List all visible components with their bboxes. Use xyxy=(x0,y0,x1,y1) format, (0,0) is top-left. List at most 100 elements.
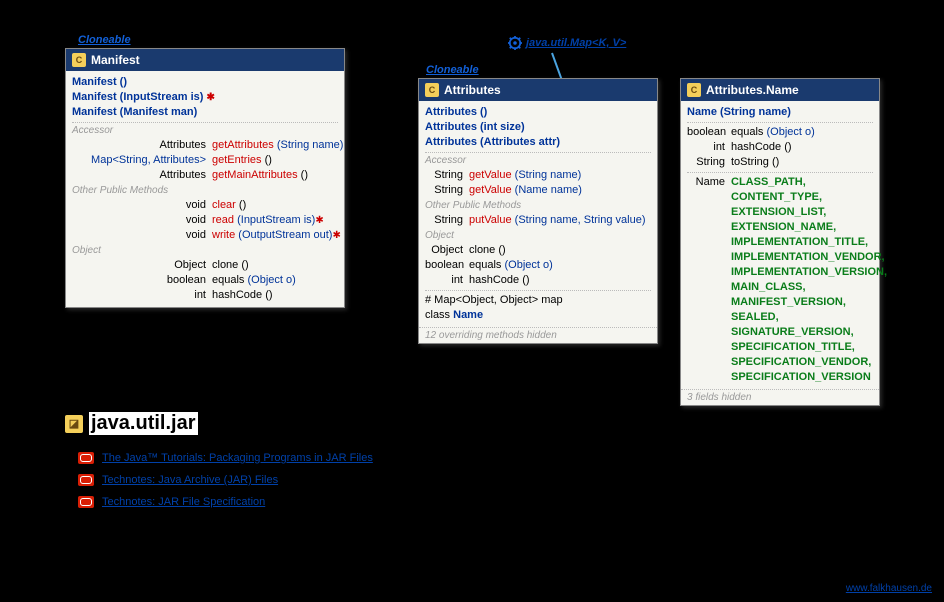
section-label: Object xyxy=(425,230,651,241)
hidden-note: 3 fields hidden xyxy=(681,389,879,405)
method-params: (Object o) xyxy=(247,273,295,288)
method-params: () xyxy=(241,258,248,273)
link-row[interactable]: Technotes: JAR File Specification xyxy=(78,496,373,508)
return-type xyxy=(687,370,731,385)
link-text: Technotes: JAR File Specification xyxy=(102,496,265,508)
constant-row: CONTENT_TYPE, xyxy=(687,190,873,205)
method-name: clear xyxy=(212,198,236,213)
method-name: toString xyxy=(731,155,769,170)
constant-name: IMPLEMENTATION_VENDOR, xyxy=(731,250,885,265)
method-name: equals xyxy=(469,258,501,273)
package-name: java.util.jar xyxy=(89,412,198,435)
return-type xyxy=(687,235,731,250)
method-name: clone xyxy=(469,243,495,258)
section-label: Object xyxy=(72,245,338,256)
gear-icon xyxy=(508,36,522,50)
method-params: (OutputStream out) xyxy=(238,228,332,243)
return-type: boolean xyxy=(72,273,212,288)
method-name: hashCode xyxy=(469,273,519,288)
class-header: C Attributes.Name xyxy=(681,79,879,101)
class-icon: C xyxy=(687,83,701,97)
hidden-note: 12 overriding methods hidden xyxy=(419,327,657,343)
constant-name: SPECIFICATION_VERSION xyxy=(731,370,871,385)
map-link-text: java.util.Map<K, V> xyxy=(526,37,626,49)
inner-keyword: class xyxy=(425,308,450,323)
link-row[interactable]: The Java™ Tutorials: Packaging Programs … xyxy=(78,452,373,464)
method-name: hashCode xyxy=(212,288,262,303)
return-type: void xyxy=(72,213,212,228)
constant-name: CONTENT_TYPE, xyxy=(731,190,822,205)
constructor: Manifest (InputStream is) ✱ xyxy=(72,90,215,105)
class-icon: C xyxy=(72,53,86,67)
map-interface-link[interactable]: java.util.Map<K, V> xyxy=(508,36,626,50)
constant-name: SPECIFICATION_VENDOR, xyxy=(731,355,871,370)
field-name: map xyxy=(541,293,562,308)
return-type xyxy=(687,340,731,355)
return-type: String xyxy=(425,213,469,228)
class-header: C Manifest xyxy=(66,49,344,71)
link-row[interactable]: Technotes: Java Archive (JAR) Files xyxy=(78,474,373,486)
class-title: Attributes.Name xyxy=(706,83,799,97)
constant-name: SEALED, xyxy=(731,310,779,325)
oracle-icon xyxy=(78,452,94,464)
method-params: () xyxy=(784,140,791,155)
method-params: () xyxy=(265,153,272,168)
return-type: Name xyxy=(687,175,731,190)
link-text: The Java™ Tutorials: Packaging Programs … xyxy=(102,452,373,464)
constant-row: MANIFEST_VERSION, xyxy=(687,295,873,310)
return-type: Attributes xyxy=(72,138,212,153)
return-type xyxy=(687,205,731,220)
method-params: () xyxy=(301,168,308,183)
return-type xyxy=(687,190,731,205)
method-params: () xyxy=(498,243,505,258)
constructor: Manifest (Manifest man) xyxy=(72,105,197,120)
method-name: hashCode xyxy=(731,140,781,155)
constant-row: SIGNATURE_VERSION, xyxy=(687,325,873,340)
package-title: ◪ java.util.jar xyxy=(65,412,198,435)
return-type: boolean xyxy=(687,125,731,140)
constant-row: SPECIFICATION_VENDOR, xyxy=(687,355,873,370)
section-label: Other Public Methods xyxy=(72,185,338,196)
constant-name: IMPLEMENTATION_VERSION, xyxy=(731,265,887,280)
return-type: Map<String, Attributes> xyxy=(72,153,212,168)
class-manifest: C Manifest Manifest () Manifest (InputSt… xyxy=(65,48,345,308)
class-title: Attributes xyxy=(444,83,501,97)
oracle-icon xyxy=(78,474,94,486)
class-title: Manifest xyxy=(91,53,140,67)
method-name: equals xyxy=(731,125,763,140)
return-type: void xyxy=(72,228,212,243)
method-params: () xyxy=(239,198,246,213)
constant-row: SEALED, xyxy=(687,310,873,325)
constructor: Attributes (Attributes attr) xyxy=(425,135,560,150)
method-name: getAttributes xyxy=(212,138,274,153)
class-body: Attributes () Attributes (int size) Attr… xyxy=(419,101,657,327)
class-body: Name (String name) booleanequals (Object… xyxy=(681,101,879,389)
return-type: Attributes xyxy=(72,168,212,183)
method-name: getMainAttributes xyxy=(212,168,298,183)
constant-row: SPECIFICATION_VERSION xyxy=(687,370,873,385)
return-type xyxy=(687,220,731,235)
constant-row: IMPLEMENTATION_TITLE, xyxy=(687,235,873,250)
return-type: Object xyxy=(72,258,212,273)
method-name: getValue xyxy=(469,183,512,198)
constant-name: CLASS_PATH, xyxy=(731,175,806,190)
constructor: Name (String name) xyxy=(687,105,791,120)
method-params: () xyxy=(522,273,529,288)
method-name: getEntries xyxy=(212,153,262,168)
return-type: int xyxy=(425,273,469,288)
constructor: Attributes () xyxy=(425,105,487,120)
constant-row: SPECIFICATION_TITLE, xyxy=(687,340,873,355)
section-label: Accessor xyxy=(425,155,651,166)
return-type: int xyxy=(72,288,212,303)
footer-link[interactable]: www.falkhausen.de xyxy=(846,583,932,594)
method-name: getValue xyxy=(469,168,512,183)
return-type xyxy=(687,310,731,325)
method-name: read xyxy=(212,213,234,228)
constant-row: IMPLEMENTATION_VERSION, xyxy=(687,265,873,280)
return-type xyxy=(687,355,731,370)
package-icon: ◪ xyxy=(65,415,83,433)
method-params: (InputStream is) xyxy=(237,213,315,228)
constant-row: NameCLASS_PATH, xyxy=(687,175,873,190)
method-name: putValue xyxy=(469,213,512,228)
class-attributes: C Attributes Attributes () Attributes (i… xyxy=(418,78,658,344)
